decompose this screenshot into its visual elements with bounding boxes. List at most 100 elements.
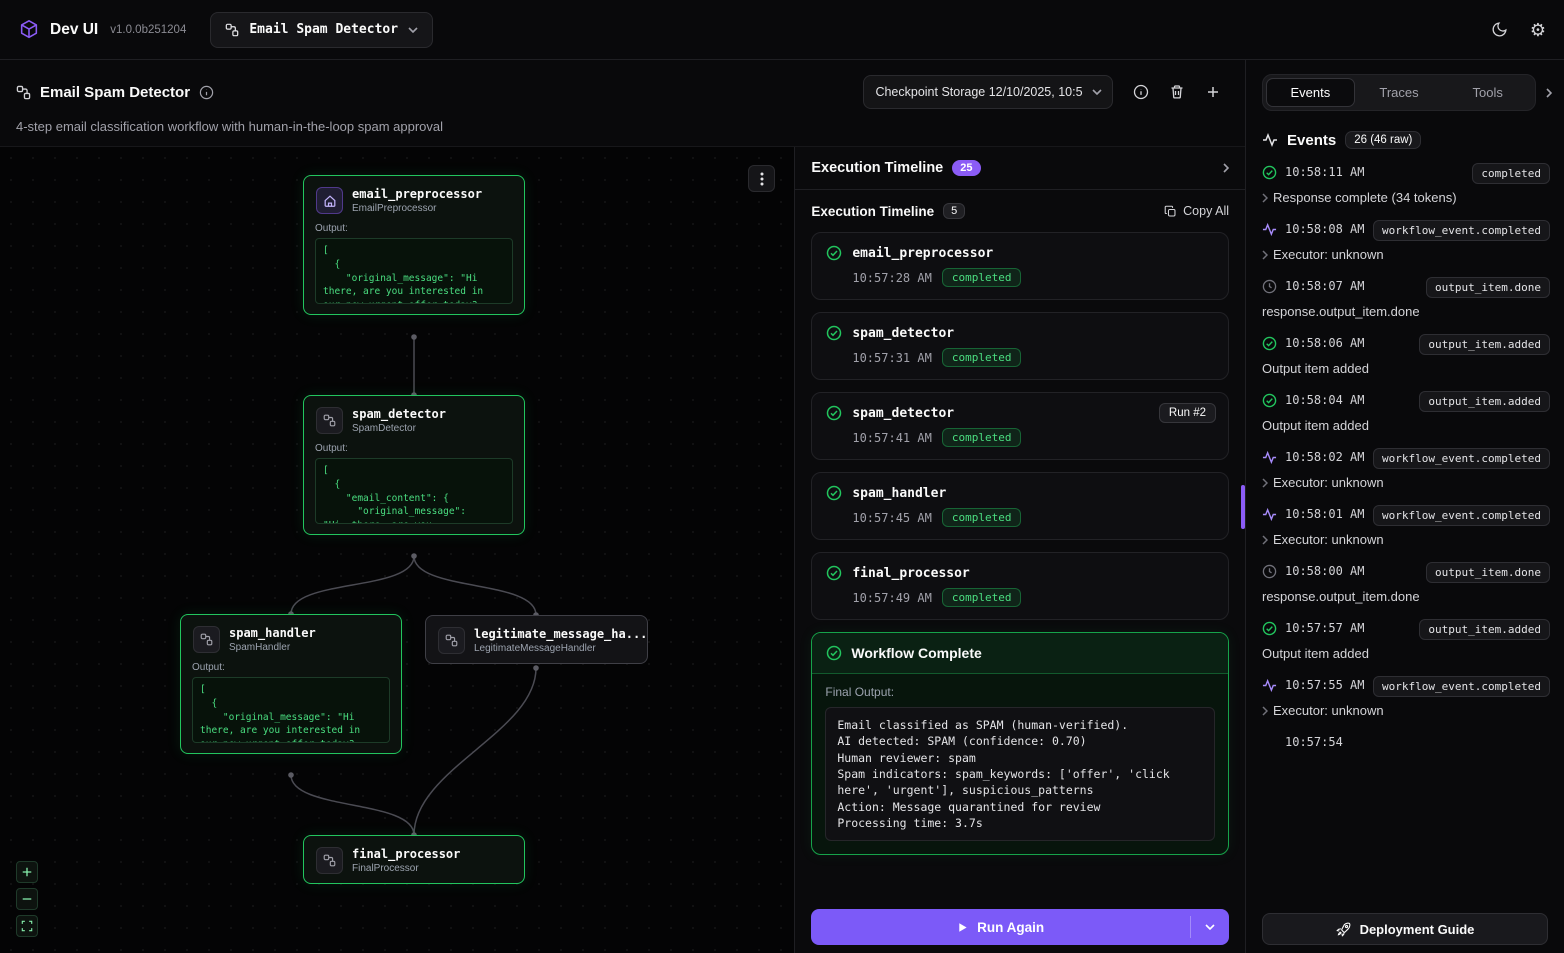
node-type: FinalProcessor	[352, 863, 460, 874]
node-legitimate-message-handler[interactable]: legitimate_message_ha... LegitimateMessa…	[425, 615, 648, 664]
workflow-canvas[interactable]: email_preprocessor EmailPreprocessor Out…	[0, 147, 795, 953]
dark-mode-toggle[interactable]	[1491, 21, 1508, 38]
play-icon	[957, 922, 968, 933]
event-type-badge: output_item.added	[1419, 334, 1550, 355]
event-type-icon	[1262, 165, 1277, 180]
chevron-right-icon[interactable]	[1262, 250, 1268, 260]
events-title: Events	[1287, 132, 1336, 149]
delete-button[interactable]	[1169, 84, 1185, 100]
chevron-down-icon	[1205, 924, 1215, 930]
event-item[interactable]: 10:58:01 AM workflow_event.completed Exe…	[1262, 505, 1550, 547]
node-type: EmailPreprocessor	[352, 203, 482, 214]
fit-view-button[interactable]	[16, 915, 38, 937]
events-list[interactable]: 10:58:11 AM completed Response complete …	[1246, 159, 1564, 907]
workflow-selector[interactable]: Email Spam Detector	[210, 12, 433, 48]
workflow-icon	[438, 627, 465, 654]
events-count-badge: 26 (46 raw)	[1345, 131, 1421, 149]
node-final-processor[interactable]: final_processor FinalProcessor	[303, 835, 525, 884]
event-type-badge: output_item.done	[1426, 277, 1550, 298]
workflow-complete-title: Workflow Complete	[851, 645, 981, 661]
event-detail-text: Response complete (34 tokens)	[1273, 190, 1457, 205]
timeline-item[interactable]: final_processor 10:57:49 AM completed	[811, 552, 1229, 620]
event-time: 10:58:07 AM	[1285, 277, 1418, 294]
event-item[interactable]: 10:58:00 AM output_item.done response.ou…	[1262, 562, 1550, 604]
event-item[interactable]: 10:58:02 AM workflow_event.completed Exe…	[1262, 448, 1550, 490]
checkpoint-select[interactable]: Checkpoint Storage 12/10/2025, 10:5	[863, 75, 1113, 109]
run-options-button[interactable]	[1191, 909, 1229, 945]
canvas-menu-button[interactable]	[748, 165, 775, 192]
tab-traces[interactable]: Traces	[1355, 78, 1444, 107]
kebab-menu-icon	[760, 172, 764, 186]
run-again-label: Run Again	[977, 920, 1044, 935]
chevron-right-icon[interactable]	[1262, 193, 1268, 203]
executor-name: final_processor	[852, 566, 969, 581]
event-detail-text: response.output_item.done	[1262, 304, 1420, 319]
collapse-panel-button[interactable]	[1546, 88, 1552, 98]
event-type-badge: output_item.added	[1419, 391, 1550, 412]
chevron-right-icon[interactable]	[1262, 706, 1268, 716]
checkpoint-info-button[interactable]	[1133, 84, 1149, 100]
event-detail-text: Executor: unknown	[1273, 247, 1384, 262]
node-output: [ { "email_content": { "original_message…	[315, 458, 513, 524]
chevron-right-icon[interactable]	[1262, 535, 1268, 545]
timeline-item[interactable]: spam_detector 10:57:41 AM completed Run …	[811, 392, 1229, 460]
zoom-out-button[interactable]	[16, 888, 38, 910]
moon-icon	[1491, 21, 1508, 38]
execution-time: 10:57:45 AM	[852, 511, 931, 525]
add-button[interactable]	[1205, 84, 1221, 100]
node-spam-detector[interactable]: spam_detector SpamDetector Output: [ { "…	[303, 395, 525, 535]
workflow-selector-label: Email Spam Detector	[249, 22, 398, 37]
run-number-badge: Run #2	[1159, 403, 1216, 423]
timeline-item[interactable]: spam_detector 10:57:31 AM completed	[811, 312, 1229, 380]
run-again-button[interactable]: Run Again	[811, 909, 1190, 945]
event-time: 10:57:55 AM	[1285, 676, 1365, 693]
event-item[interactable]: 10:58:11 AM completed Response complete …	[1262, 163, 1550, 205]
node-output: [ { "original_message": "Hi there, are y…	[192, 677, 390, 743]
node-spam-handler[interactable]: spam_handler SpamHandler Output: [ { "or…	[180, 614, 402, 754]
event-item[interactable]: 10:57:54	[1262, 733, 1550, 750]
event-detail-text: Executor: unknown	[1273, 475, 1384, 490]
event-item[interactable]: 10:58:06 AM output_item.added Output ite…	[1262, 334, 1550, 376]
timeline-item[interactable]: email_preprocessor 10:57:28 AM completed	[811, 232, 1229, 300]
check-circle-icon	[826, 645, 842, 661]
collapse-timeline-button[interactable]	[1223, 163, 1229, 173]
workflow-info-button[interactable]	[199, 85, 214, 100]
panel-tabs: Events Traces Tools	[1262, 74, 1536, 111]
event-detail-text: Output item added	[1262, 361, 1369, 376]
settings-button[interactable]: ⚙	[1530, 21, 1546, 39]
event-time: 10:57:54	[1285, 733, 1550, 750]
final-output-text: Email classified as SPAM (human-verified…	[825, 707, 1215, 841]
workflow-icon	[316, 407, 343, 434]
event-item[interactable]: 10:58:07 AM output_item.done response.ou…	[1262, 277, 1550, 319]
copy-all-button[interactable]: Copy All	[1164, 204, 1229, 218]
output-label: Output:	[315, 443, 513, 454]
event-time: 10:58:04 AM	[1285, 391, 1411, 408]
event-item[interactable]: 10:58:08 AM workflow_event.completed Exe…	[1262, 220, 1550, 262]
executor-name: spam_handler	[852, 486, 946, 501]
node-name: final_processor	[352, 847, 460, 861]
execution-time: 10:57:41 AM	[852, 431, 931, 445]
event-item[interactable]: 10:57:57 AM output_item.added Output ite…	[1262, 619, 1550, 661]
event-type-icon	[1262, 564, 1277, 579]
event-type-icon	[1262, 222, 1277, 237]
chevron-right-icon[interactable]	[1262, 478, 1268, 488]
event-item[interactable]: 10:58:04 AM output_item.added Output ite…	[1262, 391, 1550, 433]
node-email-preprocessor[interactable]: email_preprocessor EmailPreprocessor Out…	[303, 175, 525, 315]
node-name: spam_handler	[229, 626, 316, 640]
event-detail-text: Executor: unknown	[1273, 532, 1384, 547]
tab-tools[interactable]: Tools	[1443, 78, 1532, 107]
event-type-badge: output_item.done	[1426, 562, 1550, 583]
app-version: v1.0.0b251204	[110, 24, 186, 36]
event-item[interactable]: 10:57:55 AM workflow_event.completed Exe…	[1262, 676, 1550, 718]
scrollbar-thumb[interactable]	[1241, 485, 1245, 529]
event-time: 10:58:01 AM	[1285, 505, 1365, 522]
zoom-in-button[interactable]	[16, 861, 38, 883]
check-circle-icon	[826, 245, 842, 261]
event-type-badge: workflow_event.completed	[1373, 448, 1550, 469]
tab-events[interactable]: Events	[1266, 78, 1355, 107]
event-type-icon	[1262, 393, 1277, 408]
deployment-guide-button[interactable]: Deployment Guide	[1262, 913, 1548, 945]
event-time: 10:58:00 AM	[1285, 562, 1418, 579]
status-badge: completed	[942, 428, 1022, 447]
timeline-item[interactable]: spam_handler 10:57:45 AM completed	[811, 472, 1229, 540]
